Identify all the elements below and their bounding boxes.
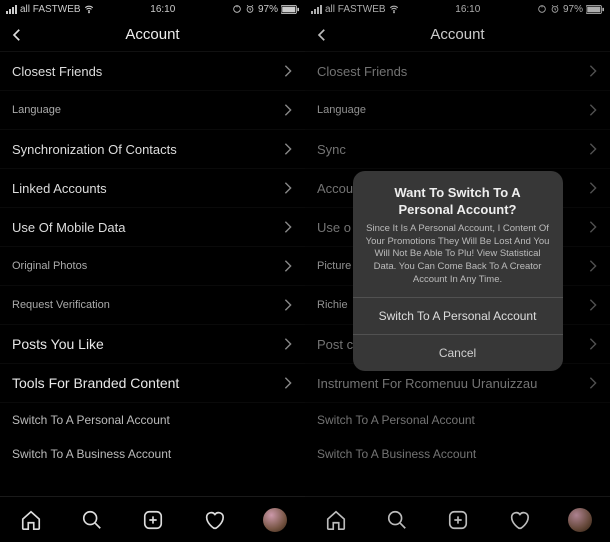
orientation-icon xyxy=(232,4,242,14)
phone-left: all FASTWEB 16:10 97% Account Closest Fr… xyxy=(0,0,305,542)
label: Switch To A Business Account xyxy=(12,447,171,461)
item-request-verification[interactable]: Request Verification xyxy=(0,286,305,325)
modal-overlay: Want To Switch To A Personal Account? Si… xyxy=(305,0,610,542)
profile-avatar[interactable] xyxy=(263,508,287,532)
settings-list: Closest Friends Language Synchronization… xyxy=(0,52,305,496)
dialog-cancel-button[interactable]: Cancel xyxy=(353,334,563,371)
header: Account xyxy=(0,18,305,52)
chevron-right-icon xyxy=(283,142,293,156)
carrier-label: all FASTWEB xyxy=(20,4,81,15)
alarm-icon xyxy=(245,4,255,14)
dialog-body: Since It Is A Personal Account, I Conten… xyxy=(353,223,563,297)
page-title: Account xyxy=(0,26,305,43)
dialog-confirm-button[interactable]: Switch To A Personal Account xyxy=(353,297,563,334)
status-bar: all FASTWEB 16:10 97% xyxy=(0,0,305,18)
signal-icon xyxy=(6,5,17,14)
item-tools-branded[interactable]: Tools For Branded Content xyxy=(0,364,305,403)
label: Closest Friends xyxy=(12,64,102,79)
chevron-right-icon xyxy=(283,298,293,312)
back-icon[interactable] xyxy=(8,26,26,44)
item-switch-business[interactable]: Switch To A Business Account xyxy=(0,437,305,471)
item-closest-friends[interactable]: Closest Friends xyxy=(0,52,305,91)
label: Synchronization Of Contacts xyxy=(12,142,177,157)
chevron-right-icon xyxy=(283,103,293,117)
label: Switch To A Personal Account xyxy=(12,413,170,427)
search-icon[interactable] xyxy=(80,508,104,532)
chevron-right-icon xyxy=(283,181,293,195)
dialog-title: Want To Switch To A Personal Account? xyxy=(353,171,563,223)
home-icon[interactable] xyxy=(19,508,43,532)
battery-pct: 97% xyxy=(258,4,278,15)
item-original-photos[interactable]: Original Photos xyxy=(0,247,305,286)
label: Tools For Branded Content xyxy=(12,375,179,391)
label: Posts You Like xyxy=(12,336,104,352)
chevron-right-icon xyxy=(283,259,293,273)
label: Language xyxy=(12,104,61,116)
label: Original Photos xyxy=(12,260,87,272)
label: Linked Accounts xyxy=(12,181,107,196)
switch-account-dialog: Want To Switch To A Personal Account? Si… xyxy=(353,171,563,371)
label: Use Of Mobile Data xyxy=(12,220,125,235)
chevron-right-icon xyxy=(283,220,293,234)
chevron-right-icon xyxy=(283,64,293,78)
item-language[interactable]: Language xyxy=(0,91,305,130)
tab-bar xyxy=(0,496,305,542)
label: Request Verification xyxy=(12,299,110,311)
item-mobile-data[interactable]: Use Of Mobile Data xyxy=(0,208,305,247)
item-sync-contacts[interactable]: Synchronization Of Contacts xyxy=(0,130,305,169)
add-icon[interactable] xyxy=(141,508,165,532)
item-switch-personal[interactable]: Switch To A Personal Account xyxy=(0,403,305,437)
heart-icon[interactable] xyxy=(202,508,226,532)
item-posts-you-like[interactable]: Posts You Like xyxy=(0,325,305,364)
wifi-icon xyxy=(84,4,94,14)
status-time: 16:10 xyxy=(150,4,175,15)
phone-right: all FASTWEB 16:10 97% Account Closest Fr… xyxy=(305,0,610,542)
battery-icon xyxy=(281,5,299,14)
chevron-right-icon xyxy=(283,337,293,351)
chevron-right-icon xyxy=(283,376,293,390)
item-linked-accounts[interactable]: Linked Accounts xyxy=(0,169,305,208)
